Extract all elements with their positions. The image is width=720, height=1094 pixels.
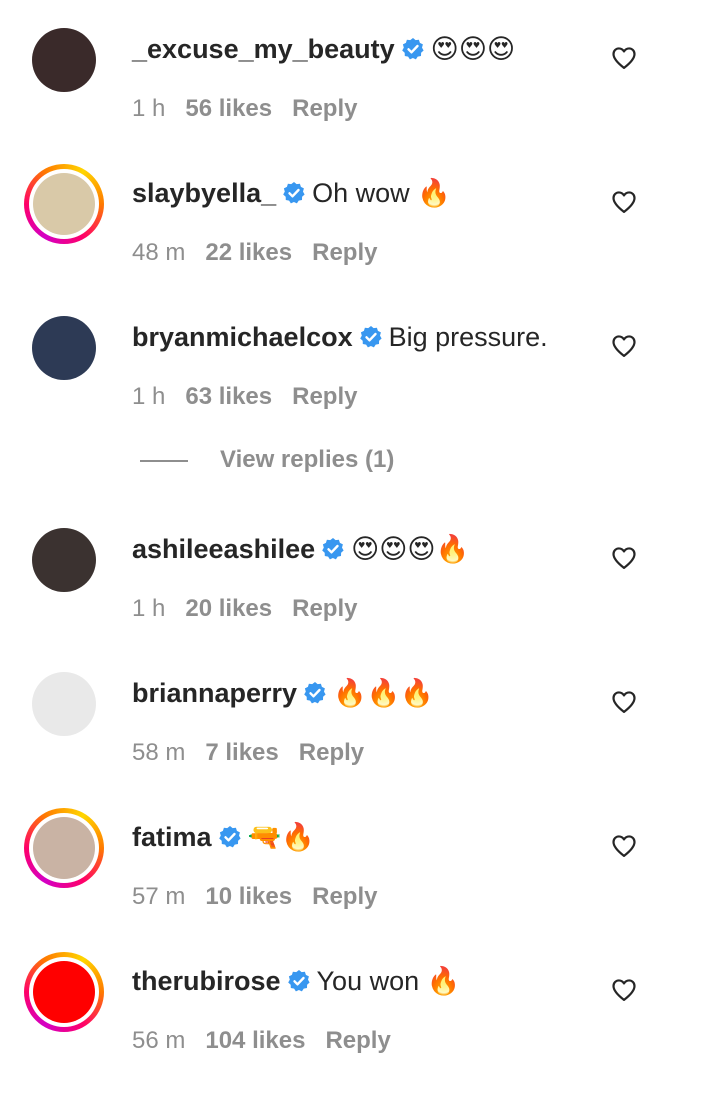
reply-button[interactable]: Reply [312,883,377,910]
comment-text: 🔫🔥 [247,822,315,852]
reply-button[interactable]: Reply [325,1027,390,1054]
avatar[interactable] [33,173,95,235]
comment-row: _excuse_my_beauty 😍😍😍 1 h 56 likes Reply [0,18,720,162]
reply-button[interactable]: Reply [299,739,364,766]
avatar-wrapper[interactable] [24,664,104,744]
comment-timestamp: 58 m [132,739,186,766]
verified-badge-icon [321,535,345,560]
heart-outline-icon[interactable] [610,544,638,572]
avatar-story-ring[interactable] [24,808,104,888]
comment-row: briannaperry 🔥🔥🔥 58 m 7 likes Reply [0,662,720,806]
comment-body: ashileeashilee 😍😍😍🔥 [132,532,610,566]
verified-badge-icon [359,323,383,348]
comment-timestamp: 56 m [132,1027,186,1054]
avatar-wrapper[interactable] [24,308,104,388]
comment-username[interactable]: fatima [132,822,212,852]
avatar[interactable] [32,672,96,736]
heart-outline-icon[interactable] [610,188,638,216]
comment-row: ashileeashilee 😍😍😍🔥 1 h 20 likes Reply [0,518,720,662]
comment-meta: 48 m 22 likes Reply [132,238,397,268]
avatar[interactable] [32,28,96,92]
comment-text: Oh wow 🔥 [312,178,451,208]
avatar-wrapper[interactable] [24,20,104,100]
avatar-ring-gap [29,957,99,1027]
heart-outline-icon[interactable] [610,976,638,1004]
comment-likes-count[interactable]: 104 likes [205,1027,305,1054]
comment-meta: 1 h 20 likes Reply [132,594,377,624]
avatar-ring-gap [29,813,99,883]
comment-likes-count[interactable]: 7 likes [205,739,278,766]
comment-meta: 56 m 104 likes Reply [132,1026,411,1056]
comment-meta: 57 m 10 likes Reply [132,882,397,912]
comment-row: fatima 🔫🔥 57 m 10 likes Reply [0,806,720,950]
avatar[interactable] [33,817,95,879]
comment-row: therubirose You won 🔥 56 m 104 likes Reply [0,950,720,1094]
verified-badge-icon [218,823,242,848]
comment-timestamp: 48 m [132,239,186,266]
comment-likes-count[interactable]: 63 likes [185,383,272,410]
comment-timestamp: 1 h [132,383,166,410]
comment-meta: 1 h 56 likes Reply [132,94,377,124]
comment-timestamp: 1 h [132,595,166,622]
avatar-ring-gap [29,169,99,239]
comment-meta: 1 h 63 likes Reply [132,382,377,412]
view-replies-button[interactable]: View replies (1) [140,446,394,478]
heart-outline-icon[interactable] [610,688,638,716]
comment-timestamp: 1 h [132,95,166,122]
heart-outline-icon[interactable] [610,44,638,72]
comment-likes-count[interactable]: 10 likes [205,883,292,910]
avatar[interactable] [32,316,96,380]
verified-badge-icon [287,967,311,992]
heart-outline-icon[interactable] [610,832,638,860]
comment-text: You won 🔥 [316,966,461,996]
verified-badge-icon [303,679,327,704]
comment-likes-count[interactable]: 22 likes [205,239,292,266]
avatar-story-ring[interactable] [24,164,104,244]
comment-list: _excuse_my_beauty 😍😍😍 1 h 56 likes Reply slay… [0,0,720,1058]
avatar-wrapper[interactable] [24,520,104,600]
comment-likes-count[interactable]: 20 likes [185,595,272,622]
verified-badge-icon [282,179,306,204]
view-replies-label[interactable]: View replies (1) [220,446,394,473]
comment-timestamp: 57 m [132,883,186,910]
comment-text: Big pressure. [388,322,548,352]
comment-username[interactable]: therubirose [132,966,281,996]
comment-body: therubirose You won 🔥 [132,964,610,998]
comment-username[interactable]: briannaperry [132,678,297,708]
comment-likes-count[interactable]: 56 likes [185,95,272,122]
comment-text: 🔥🔥🔥 [333,678,434,708]
comment-row: slaybyella_ Oh wow 🔥 48 m 22 likes Reply [0,162,720,306]
comment-username[interactable]: ashileeashilee [132,534,315,564]
comment-meta: 58 m 7 likes Reply [132,738,384,768]
reply-button[interactable]: Reply [312,239,377,266]
verified-badge-icon [401,35,425,60]
comment-body: bryanmichaelcox Big pressure. [132,320,610,354]
comment-text: 😍😍😍 [430,34,516,64]
reply-button[interactable]: Reply [292,383,357,410]
comment-body: slaybyella_ Oh wow 🔥 [132,176,610,210]
comment-body: fatima 🔫🔥 [132,820,610,854]
heart-outline-icon[interactable] [610,332,638,360]
comment-row: bryanmichaelcox Big pressure. 1 h 63 likes R… [0,306,720,450]
view-replies-divider [140,459,188,462]
comment-username[interactable]: bryanmichaelcox [132,322,353,352]
reply-button[interactable]: Reply [292,95,357,122]
reply-button[interactable]: Reply [292,595,357,622]
avatar[interactable] [33,961,95,1023]
comment-body: _excuse_my_beauty 😍😍😍 [132,32,610,66]
comment-username[interactable]: _excuse_my_beauty [132,34,395,64]
avatar-story-ring[interactable] [24,952,104,1032]
comment-body: briannaperry 🔥🔥🔥 [132,676,610,710]
comment-text: 😍😍😍🔥 [351,534,470,564]
avatar[interactable] [32,528,96,592]
comment-username[interactable]: slaybyella_ [132,178,276,208]
